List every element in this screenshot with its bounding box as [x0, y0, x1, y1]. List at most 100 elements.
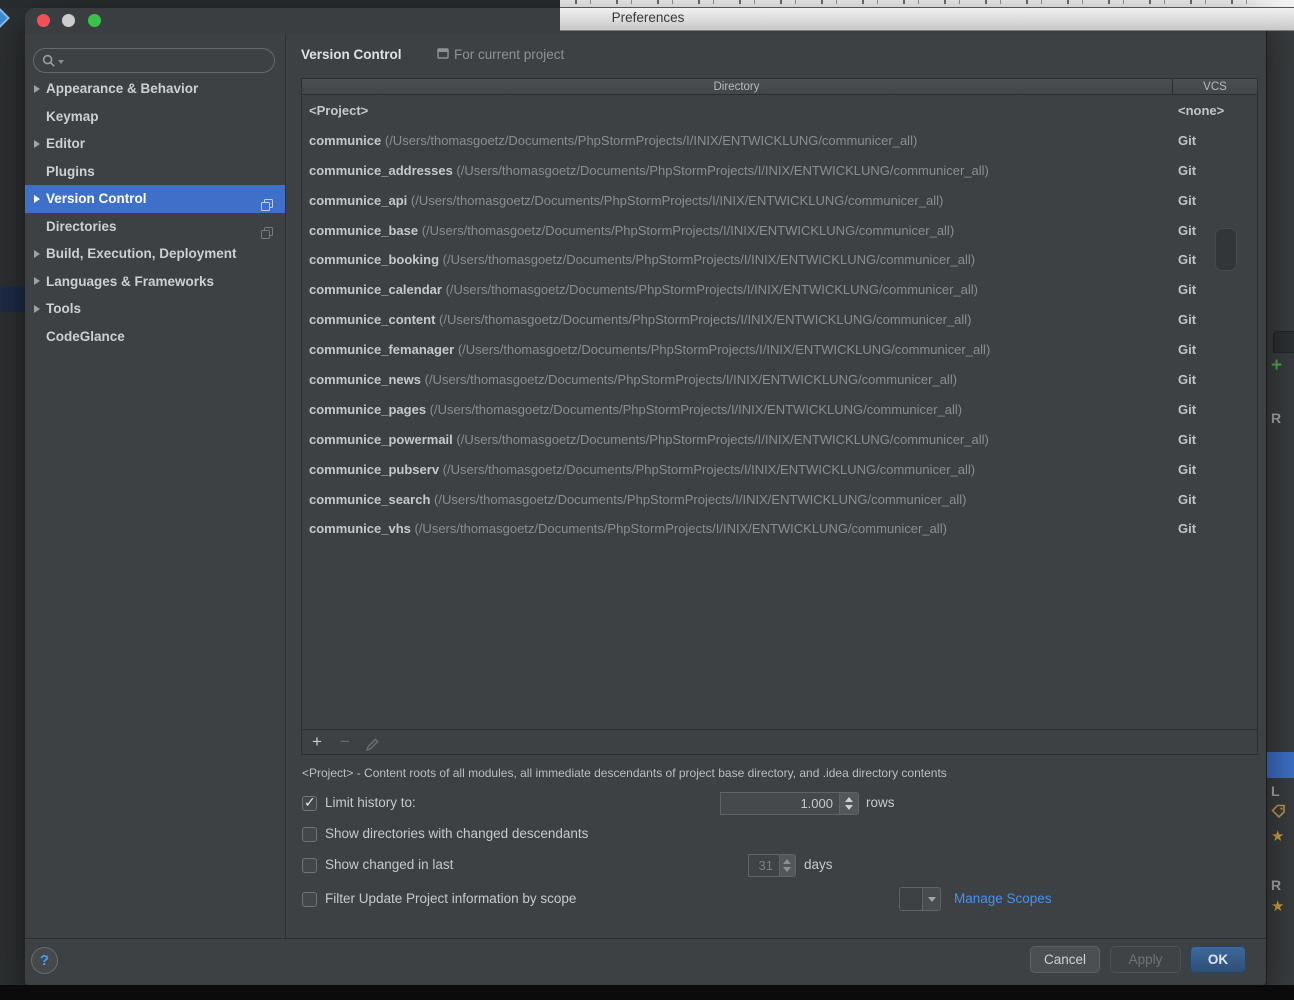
directory-name: communice — [309, 133, 381, 148]
remove-mapping-button[interactable]: − — [335, 730, 355, 756]
filter-scope-checkbox[interactable] — [302, 892, 317, 907]
directory-path: (/Users/thomasgoetz/Documents/PhpStormPr… — [418, 223, 954, 238]
background-left-window — [0, 0, 25, 985]
vcs-value: Git — [1178, 156, 1196, 186]
sidebar-item-editor[interactable]: Editor — [25, 130, 285, 158]
table-row[interactable]: communice_calendar (/Users/thomasgoetz/D… — [302, 275, 1257, 305]
settings-search-input[interactable] — [33, 48, 275, 73]
pencil-icon — [365, 737, 380, 752]
stepper-up-icon[interactable] — [783, 859, 791, 864]
directory-path: (/Users/thomasgoetz/Documents/PhpStormPr… — [453, 432, 989, 447]
zoom-window-button[interactable] — [88, 14, 101, 27]
minimize-window-button[interactable] — [62, 14, 75, 27]
scope-label: For current project — [454, 47, 564, 62]
limit-history-stepper[interactable] — [840, 792, 859, 815]
table-row[interactable]: communice_powermail (/Users/thomasgoetz/… — [302, 425, 1257, 455]
sidebar-item-label: Languages & Frameworks — [46, 268, 214, 296]
sidebar-item-appearance-behavior[interactable]: Appearance & Behavior — [25, 75, 285, 103]
column-header-directory[interactable]: Directory — [302, 79, 1171, 95]
add-icon[interactable]: + — [1271, 357, 1294, 375]
stepper-up-icon[interactable] — [845, 797, 853, 802]
show-directories-label: Show directories with changed descendant… — [325, 826, 588, 841]
expand-arrow-icon[interactable] — [34, 195, 40, 203]
background-label: R — [1271, 409, 1294, 427]
sidebar-divider — [285, 34, 286, 938]
scope-select[interactable] — [899, 887, 923, 911]
directory-name: communice_base — [309, 223, 418, 238]
column-header-vcs[interactable]: VCS — [1172, 79, 1257, 95]
sidebar-item-codeglance[interactable]: CodeGlance — [25, 323, 285, 351]
limit-history-input[interactable]: 1.000 — [720, 792, 840, 815]
directory-path: (/Users/thomasgoetz/Documents/PhpStormPr… — [442, 282, 978, 297]
manage-scopes-link[interactable]: Manage Scopes — [954, 891, 1052, 906]
table-row[interactable]: communice_femanager (/Users/thomasgoetz/… — [302, 335, 1257, 365]
table-row[interactable]: communice_pubserv (/Users/thomasgoetz/Do… — [302, 455, 1257, 485]
directory-mappings-table: Directory VCS <Project><none>communice (… — [301, 78, 1258, 755]
table-row[interactable]: communice (/Users/thomasgoetz/Documents/… — [302, 126, 1257, 156]
expand-arrow-icon[interactable] — [34, 305, 40, 313]
table-row[interactable]: communice_pages (/Users/thomasgoetz/Docu… — [302, 395, 1257, 425]
expand-arrow-icon[interactable] — [34, 277, 40, 285]
close-window-button[interactable] — [37, 14, 50, 27]
show-changed-checkbox[interactable] — [302, 858, 317, 873]
directory-name: communice_vhs — [309, 521, 411, 536]
expand-arrow-icon[interactable] — [34, 85, 40, 93]
table-body: <Project><none>communice (/Users/thomasg… — [302, 96, 1257, 544]
sidebar-item-languages-frameworks[interactable]: Languages & Frameworks — [25, 268, 285, 296]
vcs-value: Git — [1178, 514, 1196, 544]
vcs-value: Git — [1178, 245, 1196, 275]
cancel-button[interactable]: Cancel — [1030, 946, 1100, 973]
table-row[interactable]: communice_search (/Users/thomasgoetz/Doc… — [302, 485, 1257, 515]
edit-mapping-button[interactable] — [362, 735, 382, 761]
expand-arrow-icon[interactable] — [34, 140, 40, 148]
show-changed-days-input[interactable]: 31 — [748, 854, 780, 877]
sidebar-item-plugins[interactable]: Plugins — [25, 158, 285, 186]
limit-history-checkbox[interactable] — [302, 796, 317, 811]
table-row[interactable]: communice_addresses (/Users/thomasgoetz/… — [302, 156, 1257, 186]
help-button[interactable]: ? — [31, 947, 58, 974]
scope-select-dropdown-button[interactable] — [922, 887, 941, 911]
directory-path: (/Users/thomasgoetz/Documents/PhpStormPr… — [426, 402, 962, 417]
expand-arrow-icon[interactable] — [34, 250, 40, 258]
sidebar-item-version-control[interactable]: Version Control — [25, 185, 285, 213]
vcs-value: Git — [1178, 425, 1196, 455]
table-row[interactable]: communice_news (/Users/thomasgoetz/Docum… — [302, 365, 1257, 395]
table-row[interactable]: communice_vhs (/Users/thomasgoetz/Docume… — [302, 514, 1257, 544]
background-panel-corner — [1273, 331, 1294, 353]
table-row[interactable]: communice_content (/Users/thomasgoetz/Do… — [302, 305, 1257, 335]
sidebar-item-label: Plugins — [46, 158, 95, 186]
sidebar-item-label: Appearance & Behavior — [46, 75, 198, 103]
sidebar-item-label: Directories — [46, 213, 117, 241]
directory-name: communice_femanager — [309, 342, 454, 357]
sidebar-item-tools[interactable]: Tools — [25, 295, 285, 323]
table-row[interactable]: communice_booking (/Users/thomasgoetz/Do… — [302, 245, 1257, 275]
vcs-value: Git — [1178, 485, 1196, 515]
search-options-caret-icon[interactable] — [58, 60, 64, 64]
sidebar-item-label: CodeGlance — [46, 323, 125, 351]
add-mapping-button[interactable]: + — [307, 730, 327, 756]
directory-name: communice_powermail — [309, 432, 453, 447]
scrollbar-thumb[interactable] — [1215, 228, 1237, 271]
sidebar-item-build-execution-deployment[interactable]: Build, Execution, Deployment — [25, 240, 285, 268]
window-title: Preferences — [603, 10, 693, 25]
table-row[interactable]: <Project><none> — [302, 96, 1257, 126]
table-row[interactable]: communice_api (/Users/thomasgoetz/Docume… — [302, 186, 1257, 216]
vcs-value: Git — [1178, 126, 1196, 156]
clipped-text-fragments — [564, 0, 1264, 4]
table-header: Directory VCS — [302, 79, 1257, 95]
stepper-down-icon[interactable] — [845, 805, 853, 810]
page-title: Version Control — [301, 47, 402, 62]
vcs-value: Git — [1178, 395, 1196, 425]
vcs-value: Git — [1178, 335, 1196, 365]
table-row[interactable]: communice_base (/Users/thomasgoetz/Docum… — [302, 216, 1257, 246]
show-directories-checkbox[interactable] — [302, 827, 317, 842]
directory-path: (/Users/thomasgoetz/Documents/PhpStormPr… — [430, 492, 966, 507]
sidebar-item-directories[interactable]: Directories — [25, 213, 285, 241]
apply-button[interactable]: Apply — [1110, 946, 1181, 973]
ok-button[interactable]: OK — [1190, 946, 1246, 973]
show-changed-stepper[interactable] — [780, 854, 796, 877]
sidebar-item-keymap[interactable]: Keymap — [25, 103, 285, 131]
sidebar-item-label: Tools — [46, 295, 81, 323]
filter-scope-label: Filter Update Project information by sco… — [325, 891, 576, 906]
stepper-down-icon[interactable] — [783, 867, 791, 872]
